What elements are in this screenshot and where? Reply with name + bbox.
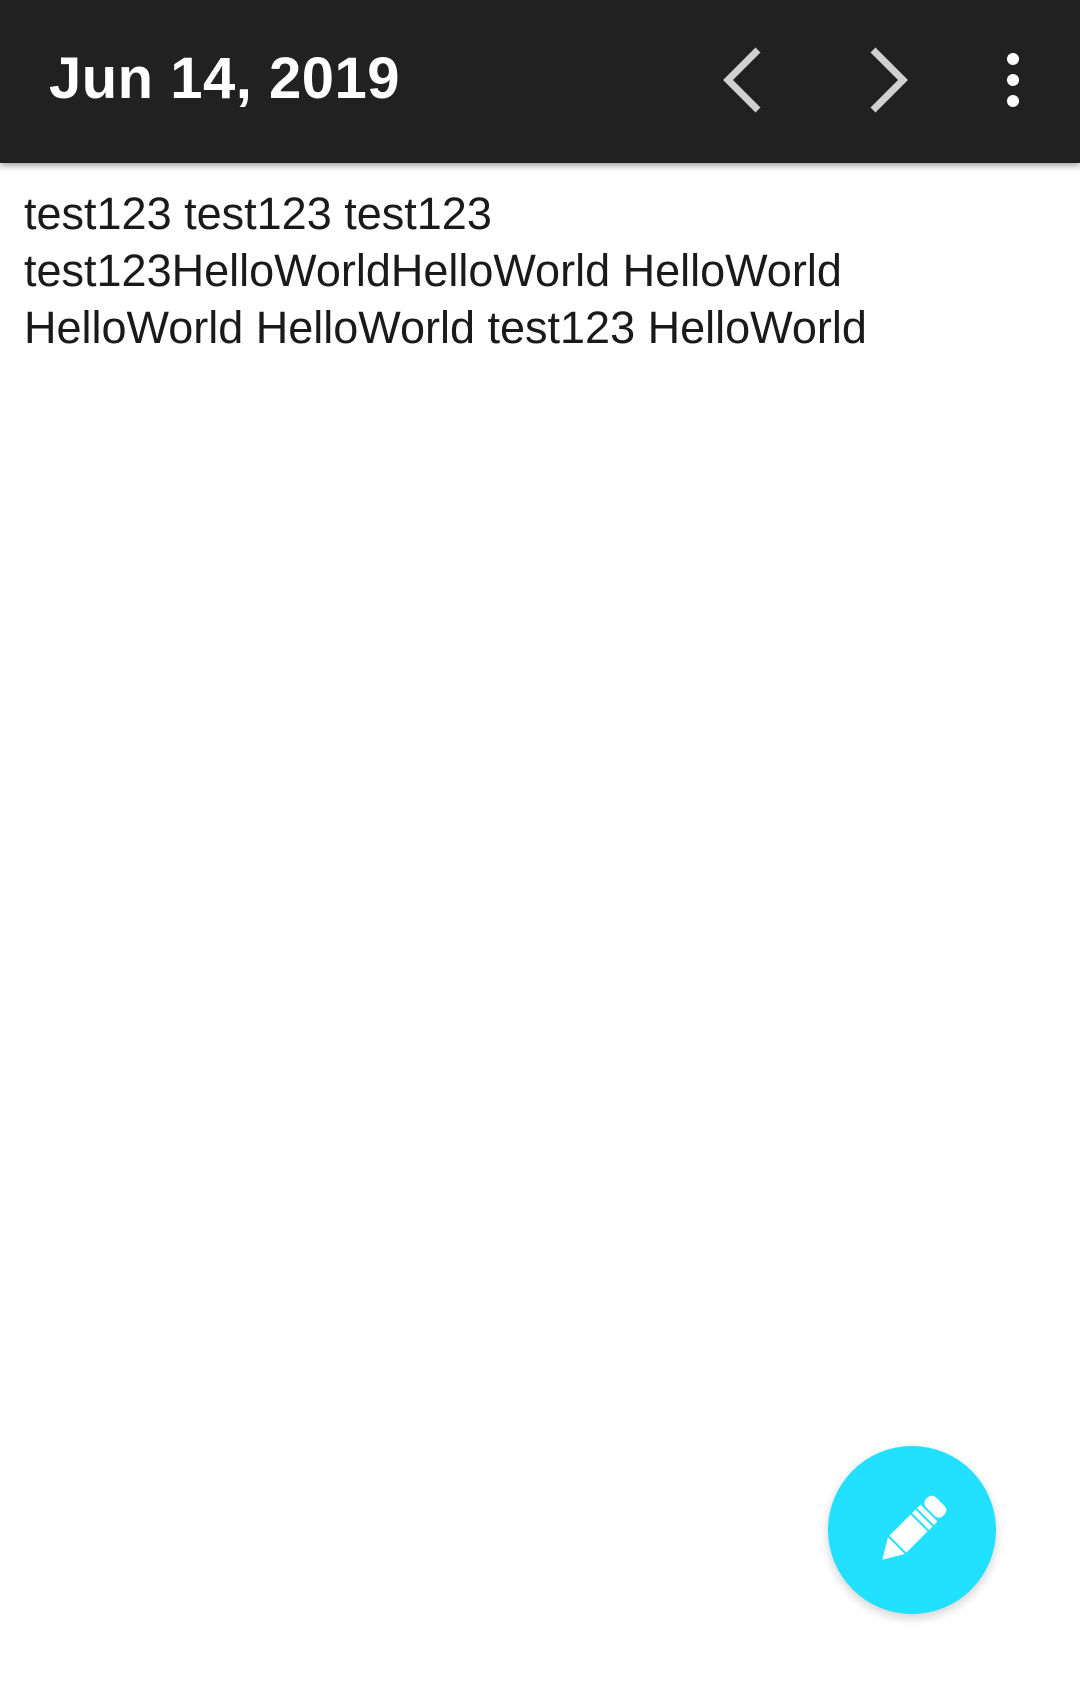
chevron-left-icon (723, 47, 761, 113)
edit-note-fab[interactable] (828, 1446, 996, 1614)
previous-day-button[interactable] (694, 30, 794, 130)
app-screen: Jun 14, 2019 test123 test123 test123 tes… (0, 0, 1080, 1699)
chevron-right-icon (870, 47, 908, 113)
note-content[interactable]: test123 test123 test123 test123HelloWorl… (24, 185, 1054, 356)
note-text: test123 test123 test123 test123HelloWorl… (24, 188, 867, 353)
toolbar: Jun 14, 2019 (0, 0, 1080, 163)
more-vert-icon (1007, 53, 1019, 107)
overflow-menu-button[interactable] (963, 30, 1063, 130)
next-day-button[interactable] (837, 30, 937, 130)
pencil-icon (882, 1495, 947, 1560)
page-title: Jun 14, 2019 (49, 46, 400, 111)
